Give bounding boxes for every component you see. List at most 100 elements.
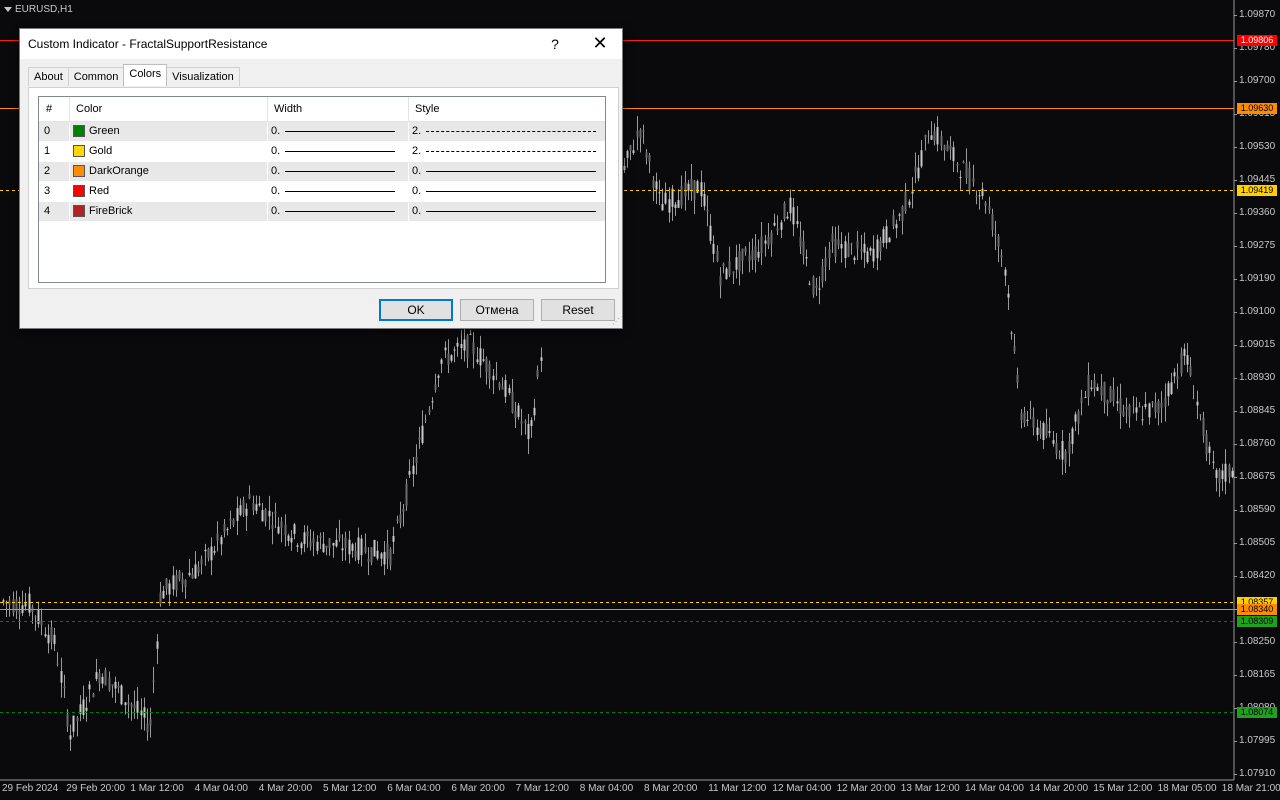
time-axis-label: 18 Mar 05:00 xyxy=(1157,783,1217,794)
time-axis-label: 1 Mar 12:00 xyxy=(130,783,184,794)
price-axis-tick xyxy=(1234,675,1237,676)
candle-body xyxy=(821,266,824,282)
reset-button[interactable]: Reset xyxy=(541,299,615,321)
candle-body xyxy=(364,546,367,553)
color-name[interactable]: Gold xyxy=(89,145,112,157)
tab-visualization[interactable]: Visualization xyxy=(166,67,240,86)
width-value[interactable]: 0. xyxy=(271,145,280,157)
style-value[interactable]: 0. xyxy=(412,185,421,197)
tab-common[interactable]: Common xyxy=(67,67,125,86)
close-button[interactable]: ✕ xyxy=(588,29,612,59)
price-axis-label: 1.09275 xyxy=(1239,240,1276,251)
style-line-sample xyxy=(426,171,596,172)
candle-body xyxy=(626,151,629,158)
style-value[interactable]: 0. xyxy=(412,165,421,177)
color-swatch[interactable] xyxy=(73,165,85,177)
color-name[interactable]: DarkOrange xyxy=(89,165,149,177)
candle-body xyxy=(805,256,808,259)
row-number: 4 xyxy=(44,205,51,217)
tab-colors[interactable]: Colors xyxy=(123,64,168,86)
help-button[interactable]: ? xyxy=(544,29,566,59)
candle-body xyxy=(194,564,197,579)
price-axis-tick xyxy=(1234,642,1237,643)
price-axis-label: 1.07995 xyxy=(1239,735,1276,746)
candle-body xyxy=(645,152,648,158)
candle-body xyxy=(1160,402,1163,408)
width-value[interactable]: 0. xyxy=(271,125,280,137)
color-swatch[interactable] xyxy=(73,185,85,197)
candle-body xyxy=(1228,465,1231,478)
color-name[interactable]: FireBrick xyxy=(89,205,132,217)
price-axis-tick xyxy=(1234,180,1237,181)
candle-body xyxy=(344,537,347,549)
price-axis-tick xyxy=(1234,378,1237,379)
color-swatch[interactable] xyxy=(73,205,85,217)
time-axis-label: 6 Mar 20:00 xyxy=(451,783,505,794)
style-line-sample xyxy=(426,211,596,212)
price-axis-label: 1.09870 xyxy=(1239,9,1276,20)
candle-body xyxy=(735,257,738,270)
candle-body xyxy=(949,145,952,150)
price-axis-label: 1.08165 xyxy=(1239,669,1276,680)
candle-body xyxy=(885,226,888,243)
color-swatch[interactable] xyxy=(73,125,85,137)
style-value[interactable]: 2. xyxy=(412,125,421,137)
candle-body xyxy=(1196,401,1199,406)
cancel-button[interactable]: Отмена xyxy=(460,299,534,321)
candle-body xyxy=(504,380,507,397)
dropdown-triangle-icon[interactable] xyxy=(4,7,12,12)
candle-body xyxy=(300,543,303,549)
dialog-titlebar[interactable]: Custom Indicator - FractalSupportResista… xyxy=(20,29,622,59)
candle-body xyxy=(165,578,168,589)
candle-body xyxy=(472,342,475,355)
color-row[interactable]: 4 FireBrick 0. 0. xyxy=(39,202,605,222)
tab-about[interactable]: About xyxy=(28,67,69,86)
candle-body xyxy=(1080,397,1083,404)
candle-body xyxy=(306,531,309,537)
candle-body xyxy=(703,193,706,207)
style-value[interactable]: 2. xyxy=(412,145,421,157)
price-axis-label: 1.08845 xyxy=(1239,405,1276,416)
candle-body xyxy=(799,236,802,247)
color-row[interactable]: 3 Red 0. 0. xyxy=(39,182,605,202)
time-axis[interactable]: 29 Feb 2024 29 Feb 20:00 1 Mar 12:00 4 Mar … xyxy=(0,780,1280,800)
candle-body xyxy=(1167,383,1170,397)
color-name[interactable]: Green xyxy=(89,125,120,137)
candle-body xyxy=(997,236,1000,247)
width-value[interactable]: 0. xyxy=(271,185,280,197)
candle-body xyxy=(245,508,248,516)
candle-body xyxy=(677,200,680,208)
width-value[interactable]: 0. xyxy=(271,165,280,177)
candle-body xyxy=(63,686,66,688)
symbol-text: EURUSD,H1 xyxy=(15,4,73,15)
candle-body xyxy=(50,627,53,642)
candle-body xyxy=(1186,355,1189,365)
style-value[interactable]: 0. xyxy=(412,205,421,217)
candle-body xyxy=(629,145,632,151)
candle-body xyxy=(191,574,194,579)
candle-body xyxy=(1157,400,1160,414)
price-axis-tick xyxy=(1234,741,1237,742)
candle-body xyxy=(924,134,927,138)
candle-body xyxy=(56,663,59,665)
color-row[interactable]: 0 Green 0. 2. xyxy=(39,122,605,142)
candle-body xyxy=(1116,401,1119,404)
candle-body xyxy=(892,215,895,227)
candle-body xyxy=(1087,374,1090,398)
candle-body xyxy=(1112,389,1115,401)
ok-button[interactable]: OK xyxy=(379,299,453,321)
candle-body xyxy=(517,405,520,417)
candle-body xyxy=(204,549,207,552)
price-axis-label: 1.08505 xyxy=(1239,537,1276,548)
color-name[interactable]: Red xyxy=(89,185,109,197)
candle-body xyxy=(24,603,27,607)
candle-body xyxy=(280,521,283,528)
color-row[interactable]: 2 DarkOrange 0. 0. xyxy=(39,162,605,182)
price-axis[interactable]: 1.098701.097801.097001.096151.095301.094… xyxy=(1234,0,1280,780)
width-value[interactable]: 0. xyxy=(271,205,280,217)
color-swatch[interactable] xyxy=(73,145,85,157)
candle-body xyxy=(380,553,383,559)
candle-body xyxy=(719,276,722,286)
color-row[interactable]: 1 Gold 0. 2. xyxy=(39,142,605,162)
resize-grip-icon[interactable]: ⋰ xyxy=(612,318,620,326)
